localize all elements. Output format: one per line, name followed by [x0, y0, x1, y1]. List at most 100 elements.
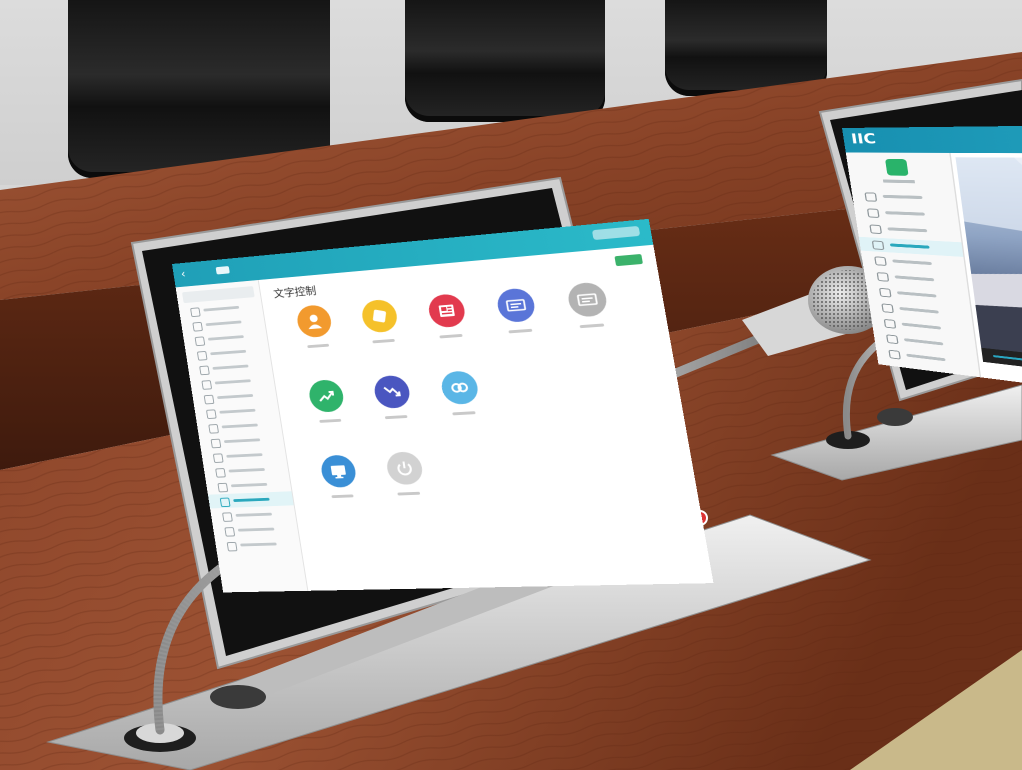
menu-item-icon [205, 409, 217, 420]
note-icon [372, 309, 387, 323]
sidebar-item[interactable] [215, 536, 301, 552]
page-title: 文字控制 [272, 284, 318, 301]
tile-icon-circle [307, 378, 346, 413]
menu-item-icon [888, 349, 901, 360]
menu-item-icon [199, 365, 210, 376]
app-tile[interactable] [550, 274, 629, 340]
tile-icon-circle [359, 298, 400, 334]
menu-item-icon [203, 394, 215, 405]
tile-label [377, 489, 441, 499]
sidebar-item-label [223, 438, 261, 444]
sidebar-item-label [896, 291, 937, 298]
sidebar-item-label [882, 194, 923, 200]
sidebar-item-label [901, 322, 942, 330]
sidebar-item-label [217, 394, 254, 400]
screen-icon [504, 295, 529, 316]
video-progress-fill [993, 355, 1022, 363]
sidebar-item-label [906, 353, 946, 362]
app-tile[interactable] [345, 292, 417, 355]
app-tile[interactable] [411, 286, 485, 350]
tile-icon-circle [295, 304, 334, 339]
sidebar-item-label [235, 512, 273, 517]
tile-label [311, 492, 374, 502]
sidebar-item-label [237, 527, 275, 532]
sidebar-item-label [203, 305, 240, 312]
app-tile[interactable] [305, 448, 376, 509]
sidebar-item-label [889, 243, 930, 249]
sidebar-item-label [212, 364, 249, 370]
add-button[interactable] [614, 253, 643, 267]
sidebar-item[interactable] [851, 189, 956, 206]
sidebar-item-label [226, 453, 263, 458]
trend-up-icon [315, 386, 338, 406]
menu-item-icon [217, 482, 229, 493]
menu-item-icon [874, 256, 887, 266]
tile-icon-circle [384, 451, 425, 486]
app-tile[interactable] [479, 280, 555, 345]
menu-item-icon [878, 287, 892, 298]
sidebar-item-label [903, 338, 944, 346]
monitor-icon [330, 465, 346, 479]
back-arrow-icon[interactable]: ‹ [180, 267, 186, 280]
menu-item-icon [869, 224, 883, 235]
sidebar-item-label [205, 320, 242, 327]
tile-icon-circle [426, 293, 468, 329]
app-tile[interactable] [424, 363, 499, 427]
sidebar-item-label [219, 408, 256, 414]
app-tile[interactable] [370, 445, 443, 507]
app-tile[interactable] [281, 297, 351, 359]
menu-item-icon [208, 423, 220, 434]
front-screen: ‹ 文字控制 [172, 218, 714, 593]
menu-item-icon [226, 541, 238, 552]
sidebar-item-label [228, 468, 265, 473]
newspaper-icon [438, 304, 455, 318]
user-icon [307, 314, 323, 330]
sidebar-item-label [899, 306, 939, 314]
menu-item-icon [881, 303, 894, 314]
tile-label [487, 325, 555, 338]
tile-icon-circle [372, 374, 412, 410]
sidebar-item[interactable] [213, 521, 299, 538]
front-title-badge [215, 266, 230, 275]
sidebar-item-label [240, 542, 277, 547]
menu-item-icon [219, 497, 231, 508]
tile-label [288, 340, 350, 352]
sidebar-item-label [885, 211, 925, 216]
menu-item-icon [864, 192, 878, 202]
sidebar-item-label [887, 227, 928, 233]
tile-icon-circle [319, 454, 358, 488]
app-tile[interactable] [357, 368, 429, 431]
app-tile[interactable] [293, 372, 363, 434]
menu-item-icon [194, 336, 206, 347]
tile-label [364, 412, 428, 423]
sidebar-item-label [894, 275, 935, 282]
avatar[interactable] [885, 158, 909, 176]
sidebar-item-label [221, 423, 258, 429]
sidebar-item-label [233, 497, 270, 503]
tile-label [431, 408, 497, 419]
menu-item-icon [212, 453, 224, 463]
sidebar-item-label [230, 482, 268, 488]
menu-item-icon [876, 272, 890, 282]
sidebar-item-label [207, 335, 244, 341]
menu-item-icon [886, 334, 899, 345]
sidebar-item-label [892, 259, 933, 266]
menu-item-icon [871, 240, 885, 251]
tile-label [299, 416, 361, 427]
menu-item-icon [196, 350, 208, 361]
trend-down-icon [380, 382, 403, 402]
brand-logo: IIC [850, 131, 878, 148]
tile-icon-circle [565, 281, 610, 318]
menu-item-icon [222, 512, 233, 522]
tile-icon-circle [495, 287, 537, 324]
menu-item-icon [192, 321, 203, 332]
menu-item-icon [883, 318, 897, 329]
menu-item-icon [215, 468, 226, 478]
menu-item-icon [210, 438, 222, 449]
front-user-menu[interactable] [591, 225, 641, 241]
menu-item-icon [190, 307, 201, 318]
sidebar-item-label [214, 379, 251, 385]
sidebar-item-label [210, 349, 247, 356]
right-topbar: IIC [842, 122, 1022, 155]
avatar-name [882, 179, 916, 184]
